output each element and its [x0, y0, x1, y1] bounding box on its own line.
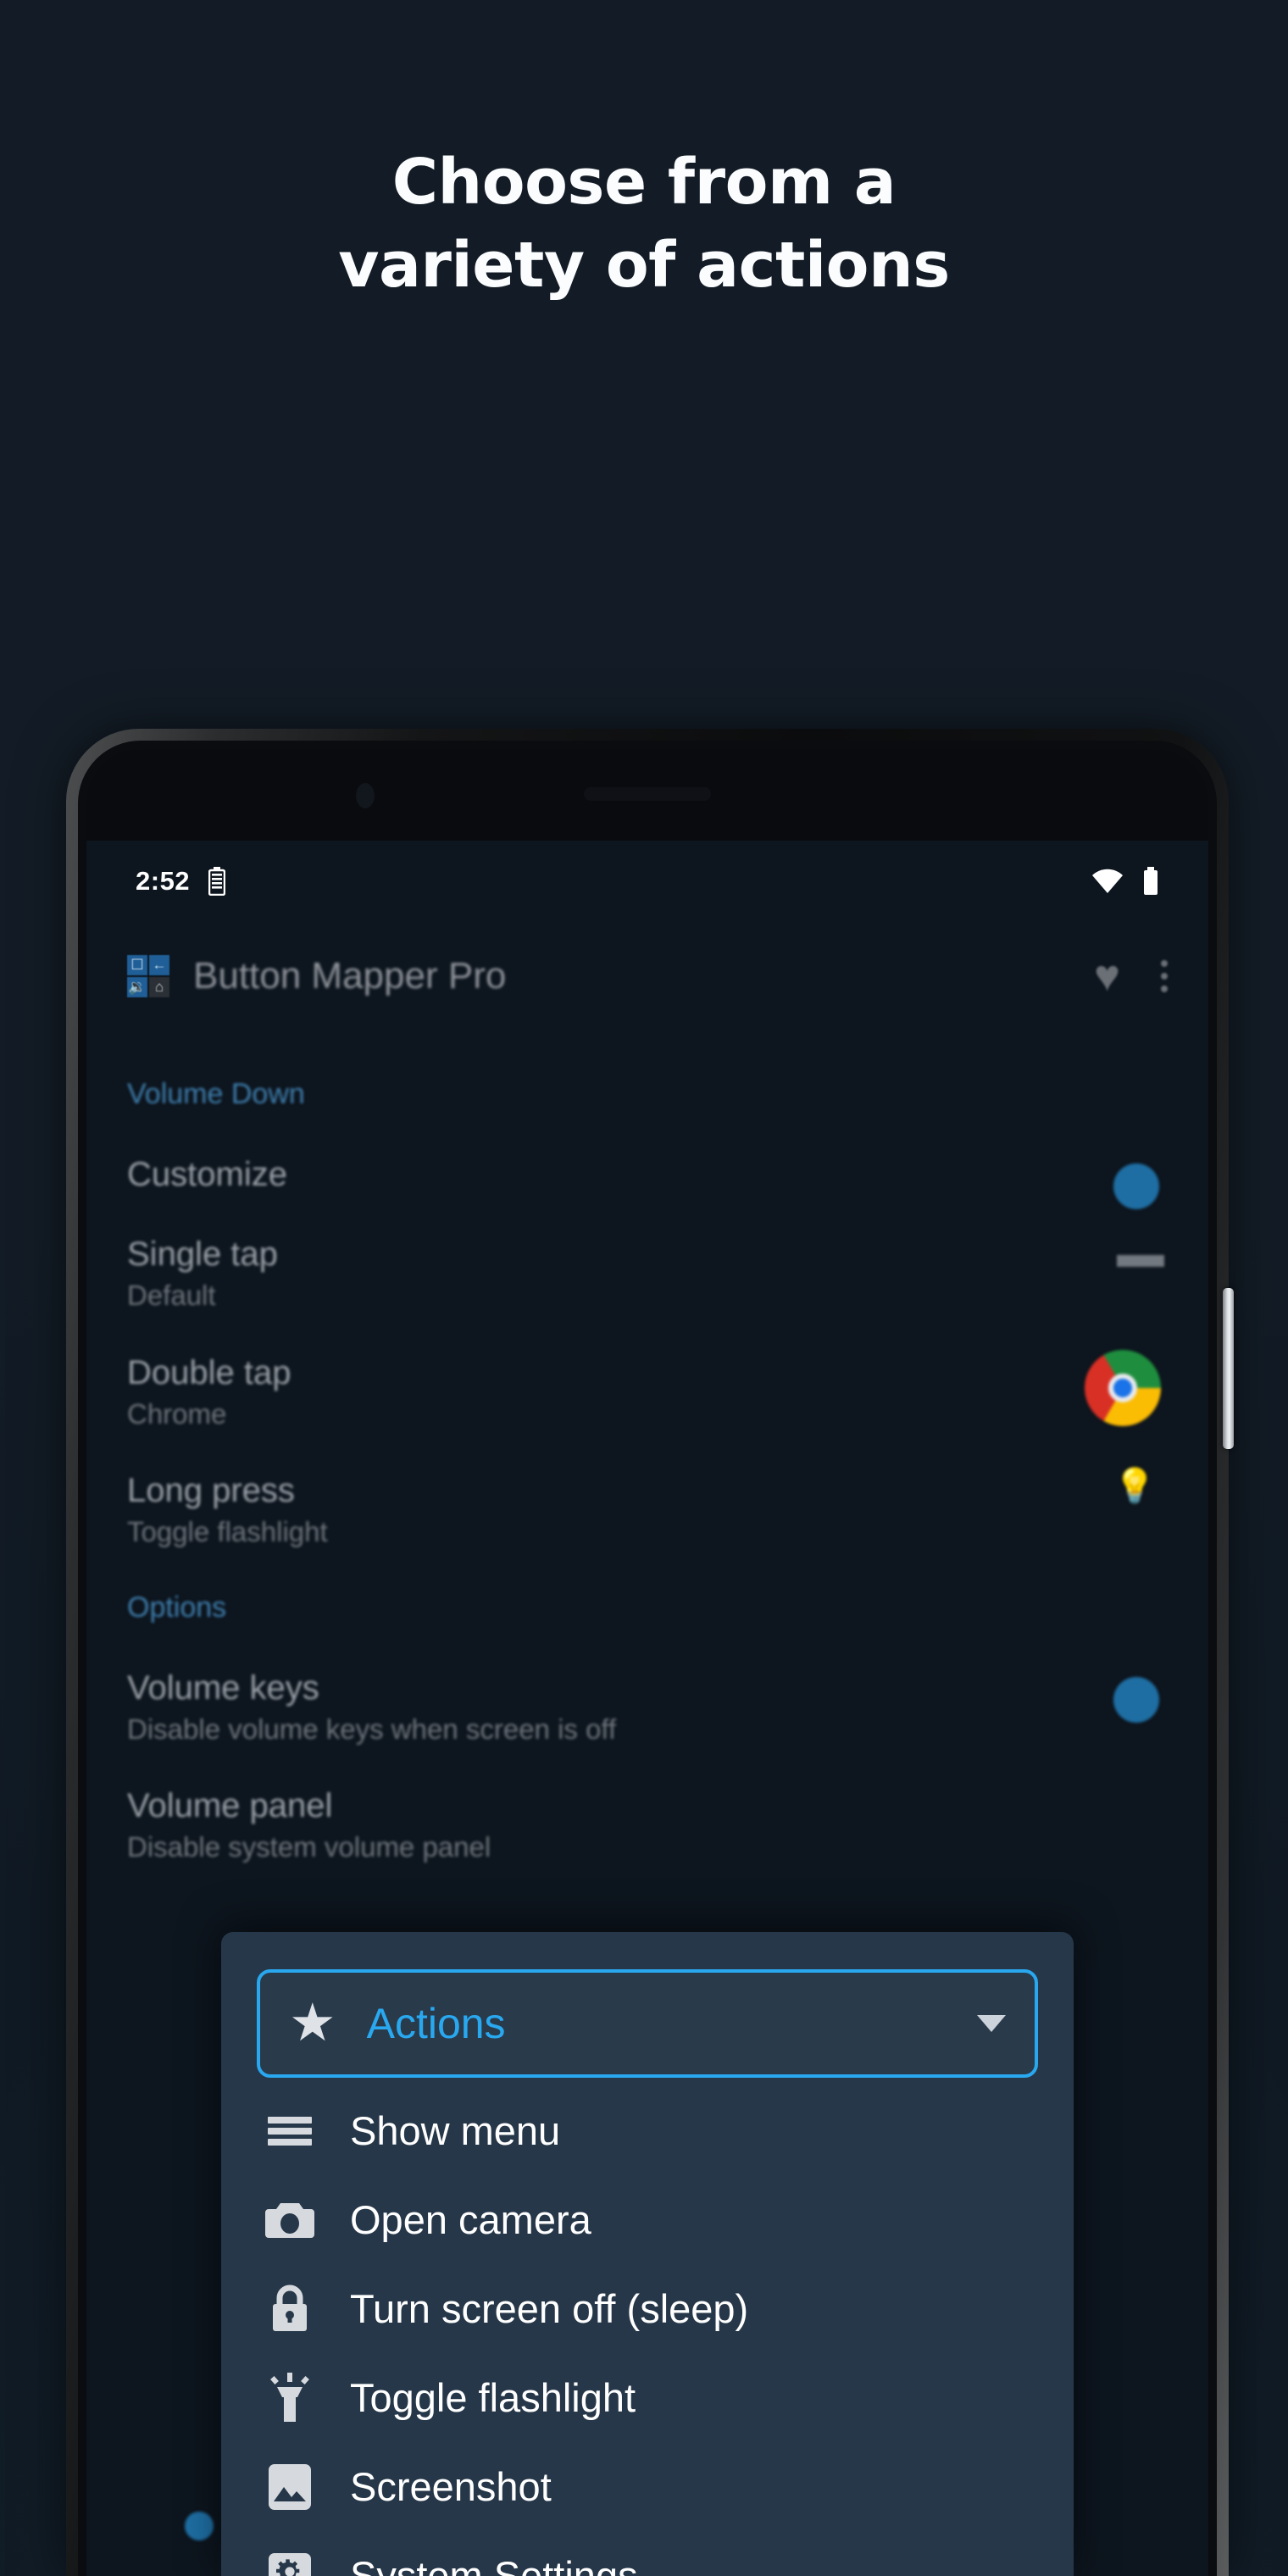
kebab-menu-icon[interactable] [1161, 960, 1168, 992]
menu-item-open-camera[interactable]: Open camera [221, 2175, 1074, 2264]
flashlight-icon [258, 2367, 321, 2429]
bg-item-title: Volume keys [127, 1668, 319, 1707]
wifi-icon [1091, 869, 1124, 894]
actions-spinner[interactable]: ★ Actions [257, 1969, 1038, 2078]
headline-line-1: Choose from a [391, 146, 897, 219]
image-icon [258, 2456, 321, 2518]
menu-item-screenshot[interactable]: Screenshot [221, 2442, 1074, 2531]
bg-item-title: Customize [127, 1156, 287, 1193]
android-status-bar: 2:52 [86, 841, 1208, 922]
copy-icon: ☐ [127, 955, 147, 975]
hamburger-menu-icon [258, 2100, 321, 2162]
gear-icon [258, 2545, 321, 2576]
phone-notch-area [86, 749, 1208, 841]
flashlight-icon: 💡 [1113, 1468, 1156, 1506]
toggle-switch[interactable] [1113, 1676, 1159, 1723]
menu-item-label: System Settings [350, 2553, 638, 2576]
status-bar-left: 2:52 [136, 866, 226, 897]
bg-list-item: Volume panel Disable system volume panel [127, 1757, 1168, 1876]
bg-item-title: Double tap [127, 1353, 291, 1391]
heart-icon[interactable]: ♥ [1094, 954, 1120, 998]
promo-headline: Choose from a variety of actions [0, 151, 1288, 297]
menu-item-label: Turn screen off (sleep) [350, 2286, 749, 2331]
bg-item-title: Volume panel [127, 1787, 333, 1825]
lock-icon [258, 2278, 321, 2340]
toggle-switch[interactable] [1113, 1163, 1159, 1209]
menu-item-turn-screen-off[interactable]: Turn screen off (sleep) [221, 2264, 1074, 2353]
home-icon: ⌂ [149, 977, 169, 997]
camera-icon [258, 2189, 321, 2251]
earpiece-speaker [584, 787, 711, 801]
bg-item-subtitle: Toggle flashlight [127, 1516, 328, 1548]
bg-item-subtitle: Default [127, 1280, 216, 1311]
status-bar-right [1091, 867, 1159, 896]
bg-item-subtitle: Chrome [127, 1397, 227, 1430]
bg-list-item: Double tap Chrome [127, 1324, 1168, 1443]
toggle-switch[interactable] [185, 2512, 214, 2540]
app-launcher-icon: ☐ ← 🔉 ⌂ [127, 955, 169, 997]
volume-icon: 🔉 [127, 977, 147, 997]
menu-item-label: Toggle flashlight [350, 2375, 636, 2420]
chevron-down-icon[interactable] [977, 2015, 1006, 2032]
menu-item-toggle-flashlight[interactable]: Toggle flashlight [221, 2353, 1074, 2442]
menu-item-label: Screenshot [350, 2464, 552, 2509]
back-arrow-icon: ← [149, 955, 169, 975]
app-bar: ☐ ← 🔉 ⌂ Button Mapper Pro ♥ [86, 922, 1208, 1030]
chrome-icon [1085, 1349, 1161, 1426]
star-icon: ★ [289, 1994, 336, 2052]
bg-item-subtitle: Disable volume keys when screen is off [127, 1713, 617, 1745]
power-button[interactable] [1223, 1288, 1234, 1449]
bg-section-header-1: Volume Down [127, 1078, 305, 1110]
front-camera-icon [356, 783, 375, 808]
spinner-label: Actions [366, 2000, 506, 2047]
menu-item-label: Show menu [350, 2108, 561, 2153]
divider-dash [1117, 1255, 1164, 1267]
bg-item-title: Single tap [127, 1235, 278, 1273]
bg-list-item: Volume keys Disable volume keys when scr… [127, 1640, 1168, 1758]
status-bar-clock: 2:52 [136, 866, 191, 896]
bg-list-item: Customize [127, 1126, 1168, 1209]
app-bar-actions: ♥ [1094, 954, 1168, 998]
app-title: Button Mapper Pro [193, 955, 507, 997]
bg-item-title: Long press [127, 1472, 295, 1510]
bg-item-subtitle: Disable system volume panel [127, 1831, 491, 1863]
bg-list-item: Long press Toggle flashlight 💡 [127, 1442, 1168, 1561]
actions-menu-list: Show menu Open camera Turn screen off (s… [221, 2086, 1074, 2576]
battery-icon [1142, 867, 1159, 896]
menu-item-system-settings[interactable]: System Settings [221, 2531, 1074, 2576]
battery-vertical-icon [208, 867, 226, 896]
bg-list-item: Single tap Default [127, 1206, 1168, 1324]
phone-screen: 2:52 ☐ ← 🔉 ⌂ Button Mapper Pro ♥ Volume … [86, 749, 1208, 2576]
menu-item-label: Open camera [350, 2197, 591, 2242]
phone-device: 2:52 ☐ ← 🔉 ⌂ Button Mapper Pro ♥ Volume … [66, 729, 1234, 2576]
bg-section-header-2: Options [127, 1591, 227, 1624]
menu-item-show-menu[interactable]: Show menu [221, 2086, 1074, 2175]
actions-dialog: ★ Actions Show menu Open camera Turn scr… [221, 1932, 1074, 2576]
headline-line-2: variety of actions [338, 229, 950, 302]
